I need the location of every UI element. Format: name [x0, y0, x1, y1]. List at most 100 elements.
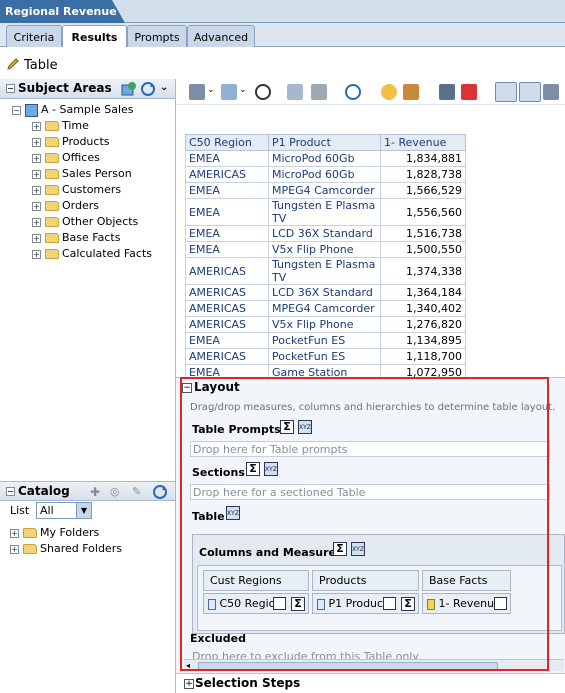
folder-icon: [44, 217, 59, 227]
scrollbar-thumb[interactable]: [198, 662, 498, 670]
catalog-list-select[interactable]: All ▼: [36, 502, 92, 519]
expand-icon[interactable]: +: [32, 137, 41, 147]
new-folder-icon[interactable]: ✚: [90, 485, 100, 499]
column-properties-icon[interactable]: [494, 597, 507, 610]
pencil-icon[interactable]: [6, 57, 20, 71]
preview-icon[interactable]: [255, 84, 271, 100]
folder-icon: [44, 169, 59, 179]
scroll-left-icon[interactable]: ◂: [186, 662, 190, 670]
calculator-icon[interactable]: [439, 84, 455, 100]
refresh-icon[interactable]: [140, 81, 156, 97]
column-properties-icon[interactable]: [383, 597, 396, 610]
table-prompts-dropzone[interactable]: Drop here for Table prompts: [190, 441, 550, 457]
layout-panel: − Layout Drag/drop measures, columns and…: [176, 377, 565, 673]
tree-item-sales-person[interactable]: + Sales Person: [32, 166, 172, 182]
column-properties-icon[interactable]: [273, 597, 286, 610]
collapse-icon[interactable]: −: [182, 383, 192, 393]
column-header[interactable]: 1- Revenue: [380, 134, 466, 151]
expand-icon[interactable]: +: [10, 544, 19, 554]
tab-criteria[interactable]: Criteria: [6, 25, 62, 47]
sigma-icon[interactable]: Σ: [333, 542, 347, 556]
xyz-icon[interactable]: XYZ: [226, 506, 240, 520]
layout-toggle-icon[interactable]: [519, 82, 541, 102]
product-cell: LCD 36X Standard: [268, 225, 381, 242]
refresh-icon[interactable]: [345, 84, 361, 100]
sigma-icon[interactable]: Σ: [280, 420, 294, 434]
clear-icon[interactable]: [461, 84, 477, 100]
undo-icon[interactable]: [287, 84, 303, 100]
revenue-cell: 1,340,402: [380, 300, 466, 317]
column-header[interactable]: C50 Region: [185, 134, 269, 151]
sigma-icon[interactable]: Σ: [401, 597, 415, 611]
tab-advanced[interactable]: Advanced: [187, 25, 255, 47]
expand-icon[interactable]: +: [32, 169, 41, 179]
add-subject-area-icon[interactable]: [120, 81, 136, 97]
expand-icon[interactable]: +: [32, 185, 41, 195]
expand-icon[interactable]: +: [10, 528, 19, 538]
selection-steps-bar[interactable]: + Selection Steps: [176, 673, 565, 693]
refresh-icon[interactable]: [152, 484, 168, 500]
print-icon[interactable]: [189, 84, 205, 100]
tree-item-time[interactable]: + Time: [32, 118, 172, 134]
catalog-tree: + My Folders + Shared Folders: [10, 525, 170, 557]
tree-item-customers[interactable]: + Customers: [32, 182, 172, 198]
tree-item-other-objects[interactable]: + Other Objects: [32, 214, 172, 230]
region-cell: EMEA: [185, 198, 269, 226]
chevron-down-icon[interactable]: ▼: [76, 503, 91, 518]
tab-results[interactable]: Results: [62, 25, 127, 48]
column-item-p1-product[interactable]: P1 Product Σ: [312, 593, 419, 614]
view-icon[interactable]: ◎: [110, 485, 120, 498]
tree-item-offices[interactable]: + Offices: [32, 150, 172, 166]
product-cell: Tungsten E Plasma TV: [268, 257, 381, 285]
chevron-down-icon[interactable]: ⌄: [239, 85, 247, 95]
expand-icon[interactable]: +: [32, 217, 41, 227]
folder-icon: [44, 185, 59, 195]
sigma-icon[interactable]: Σ: [291, 597, 305, 611]
group-header-cust-regions[interactable]: Cust Regions: [203, 570, 309, 591]
region-cell: EMEA: [185, 182, 269, 199]
xyz-icon[interactable]: XYZ: [351, 542, 365, 556]
xyz-icon[interactable]: XYZ: [264, 462, 278, 476]
collapse-icon[interactable]: −: [6, 487, 15, 496]
table-view-icon[interactable]: [495, 82, 517, 102]
layout-hint: Drag/drop measures, columns and hierarch…: [190, 402, 556, 413]
tree-item-orders[interactable]: + Orders: [32, 198, 172, 214]
catalog-item-shared-folders[interactable]: + Shared Folders: [10, 541, 170, 557]
columns-measures-dropzone[interactable]: Cust Regions Products Base Facts C50 Reg…: [197, 565, 562, 631]
chevron-down-icon[interactable]: ⌄: [207, 85, 215, 95]
tree-item-base-facts[interactable]: + Base Facts: [32, 230, 172, 246]
expand-icon[interactable]: +: [184, 679, 194, 689]
collapse-icon[interactable]: −: [6, 84, 15, 93]
column-item-revenue[interactable]: 1- Revenue: [422, 593, 511, 614]
tree-item-calculated-facts[interactable]: + Calculated Facts: [32, 246, 172, 262]
expand-icon[interactable]: +: [32, 121, 41, 131]
table-row: AMERICAS LCD 36X Standard 1,364,184: [185, 284, 466, 301]
expand-icon[interactable]: +: [32, 201, 41, 211]
chevron-down-icon[interactable]: ⌄: [160, 82, 168, 93]
table-row: AMERICAS V5x Flip Phone 1,276,820: [185, 316, 466, 333]
edit-icon[interactable]: ✎: [132, 485, 141, 498]
expand-icon[interactable]: +: [32, 153, 41, 163]
expand-icon[interactable]: +: [32, 249, 41, 259]
xyz-icon[interactable]: XYZ: [298, 420, 312, 434]
sigma-icon[interactable]: Σ: [246, 462, 260, 476]
sections-dropzone[interactable]: Drop here for a sectioned Table: [190, 484, 550, 500]
properties-icon[interactable]: [403, 84, 419, 100]
format-icon[interactable]: [311, 84, 327, 100]
tree-item-products[interactable]: + Products: [32, 134, 172, 150]
tree-item-label: Other Objects: [62, 215, 139, 228]
group-header-products[interactable]: Products: [312, 570, 419, 591]
group-header-base-facts[interactable]: Base Facts: [422, 570, 511, 591]
column-header[interactable]: P1 Product: [268, 134, 381, 151]
expand-icon[interactable]: +: [32, 233, 41, 243]
horizontal-scrollbar[interactable]: ◂: [184, 659, 564, 671]
export-icon[interactable]: [221, 84, 237, 100]
new-calc-icon[interactable]: [381, 84, 397, 100]
tab-prompts[interactable]: Prompts: [127, 25, 187, 47]
column-item-c50-region[interactable]: C50 Region Σ: [203, 593, 309, 614]
tree-root[interactable]: − A - Sample Sales: [12, 102, 172, 118]
collapse-icon[interactable]: −: [12, 105, 21, 115]
options-icon[interactable]: [543, 84, 559, 100]
catalog-item-my-folders[interactable]: + My Folders: [10, 525, 170, 541]
product-cell: MicroPod 60Gb: [268, 150, 381, 167]
